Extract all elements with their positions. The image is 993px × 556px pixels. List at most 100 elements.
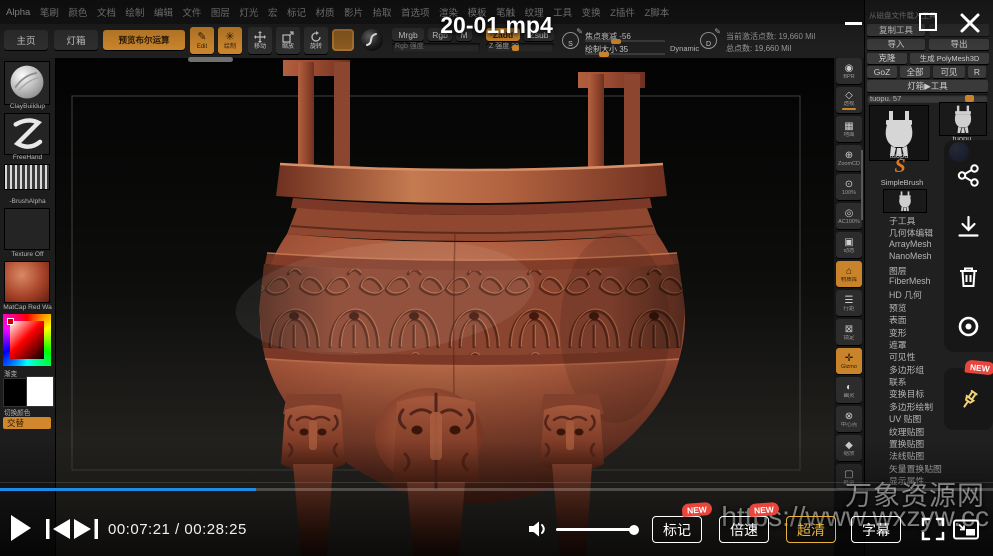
shelf-scrollbar[interactable] [861, 150, 863, 220]
clone-button[interactable]: 克隆 [867, 53, 907, 65]
miniplayer-icon[interactable] [953, 519, 979, 540]
current-material-thumbnail[interactable] [4, 261, 50, 303]
draw-size-slider[interactable] [585, 53, 665, 55]
color-picker-inner[interactable] [10, 321, 44, 359]
video-player-window: Alpha笔刷颜色文档绘制编辑文件图层灯光宏标记材质影片拾取首选项渲染模板笔触纹… [0, 0, 993, 556]
texture-name-label: Texture Off [0, 251, 55, 258]
active-tool-thumbnail[interactable]: tuopu [869, 105, 929, 161]
color-picker[interactable] [3, 314, 51, 366]
simplebrush-tool-thumbnail[interactable]: S [871, 156, 929, 178]
shelf-icon-1: ◇ [845, 90, 853, 101]
simplebrush-s-icon: S [894, 155, 905, 177]
shelf-icon-9: ⊠ [845, 324, 853, 335]
volume-icon[interactable] [527, 518, 549, 540]
shelf-icon-0: ◉ [845, 63, 854, 74]
volume-slider-handle[interactable] [629, 525, 639, 535]
subtitle-button[interactable]: 字幕 [851, 516, 901, 543]
download-icon[interactable] [957, 215, 980, 238]
ding-tool-icon [950, 105, 976, 133]
color-picker-marker [7, 318, 14, 325]
shelf-label-6: 动态 [843, 248, 854, 254]
shelf-toggle-11[interactable]: ◐幽灵 [836, 377, 862, 403]
shelf-label-3: ZoomCD [838, 161, 860, 167]
quality-button[interactable]: 超清 [786, 516, 836, 543]
shelf-toggle-4[interactable]: ⊙100% [836, 174, 862, 200]
fullscreen-icon[interactable] [921, 517, 945, 541]
recent-tool-thumbnail[interactable] [939, 102, 987, 136]
claybuildup-brush-icon [5, 62, 49, 104]
draw-size-handle[interactable] [599, 52, 609, 57]
shelf-toggle-6[interactable]: ▣动态 [836, 232, 862, 258]
trash-icon[interactable] [957, 265, 980, 288]
shelf-toggle-2[interactable]: ▦地面 [836, 116, 862, 142]
time-display: 00:07:21 / 00:28:25 [108, 521, 247, 538]
shelf-mini-slider[interactable] [842, 108, 856, 110]
shelf-toggle-1[interactable]: ◇透视 [836, 87, 862, 113]
shelf-toggle-0[interactable]: ◉BPR [836, 58, 862, 84]
shelf-label-2: 地面 [843, 132, 854, 138]
shelf-icon-2: ▦ [844, 121, 853, 132]
goz-r-button[interactable]: R [968, 66, 986, 78]
goz-all-button[interactable]: 全部 [900, 66, 930, 78]
material-name-label: MatCap Red Wa [0, 304, 55, 311]
simplebrush-label: SimpleBrush [867, 178, 937, 187]
shelf-label-5: AC100% [838, 219, 860, 225]
next-episode-button[interactable] [74, 519, 98, 539]
make-polymesh3d-button[interactable]: 生成 PolyMesh3D [910, 53, 989, 65]
lightbox-tool-button[interactable]: 灯箱▶工具 [867, 80, 988, 92]
shelf-label-1: 透视 [843, 101, 854, 107]
shelf-toggle-8[interactable]: ☰行距 [836, 290, 862, 316]
shelf-label-11: 幽灵 [843, 393, 854, 399]
current-brush-thumbnail[interactable] [4, 61, 50, 105]
ding-tool-icon [878, 110, 920, 156]
shelf-toggle-10[interactable]: ✛Gizmo [836, 348, 862, 374]
speed-button[interactable]: 倍速 [719, 516, 769, 543]
video-progress-bar[interactable] [0, 488, 993, 491]
switch-color-label: 切换颜色 [0, 407, 59, 417]
shelf-toggle-9[interactable]: ⊠锁定 [836, 319, 862, 345]
goz-button[interactable]: GoZ [867, 66, 897, 78]
swap-colors-button[interactable]: 交替 [3, 417, 51, 429]
pin-panel: NEW [944, 368, 993, 430]
mark-new-badge: NEW [682, 502, 713, 517]
previous-episode-button[interactable] [46, 519, 70, 539]
minimize-button[interactable] [845, 22, 862, 25]
goz-visible-button[interactable]: 可见 [933, 66, 965, 78]
tool-name-slider-handle[interactable] [965, 95, 974, 102]
shelf-toggle-3[interactable]: ⊕ZoomCD [836, 145, 862, 171]
secondary-color-swatch[interactable] [26, 376, 54, 407]
ding-tool-icon [896, 191, 914, 211]
share-icon[interactable] [957, 164, 980, 187]
shelf-label-12: 中心点 [841, 422, 858, 428]
current-stroke-thumbnail[interactable] [4, 113, 50, 155]
shelf-toggle-12[interactable]: ⊗中心点 [836, 406, 862, 432]
close-button[interactable] [959, 12, 981, 34]
shelf-icon-6: ▣ [844, 237, 853, 248]
tool-thumbnail[interactable] [883, 189, 927, 213]
main-color-swatch[interactable] [3, 378, 28, 407]
volume-slider[interactable] [556, 528, 634, 531]
play-button[interactable] [10, 514, 32, 542]
shelf-label-4: 100% [842, 190, 856, 196]
shelf-icon-10: ✛ [845, 353, 853, 364]
pin-new-badge: NEW [965, 359, 993, 375]
video-title: 20-01.mp4 [0, 12, 993, 39]
shelf-label-10: Gizmo [841, 364, 857, 370]
shelf-icon-8: ☰ [845, 295, 854, 306]
shelf-toggle-5[interactable]: ◎AC100% [836, 203, 862, 229]
freehand-stroke-icon [5, 114, 49, 154]
shelf-icon-3: ⊕ [845, 150, 853, 161]
pin-icon[interactable] [957, 388, 981, 412]
shelf-icon-7: ⌂ [846, 266, 852, 277]
canvas-scrollbar[interactable] [188, 57, 233, 62]
current-alpha-thumbnail[interactable] [4, 164, 50, 190]
shelf-toggle-7[interactable]: ⌂材质库 [836, 261, 862, 287]
shelf-label-8: 行距 [843, 306, 854, 312]
shelf-icon-5: ◎ [845, 208, 854, 219]
mark-button[interactable]: 标记 [652, 516, 702, 543]
record-icon[interactable] [957, 315, 980, 338]
shelf-icon-4: ⊙ [845, 179, 853, 190]
current-texture-thumbnail[interactable] [4, 208, 50, 250]
side-action-panel [944, 140, 993, 352]
maximize-button[interactable] [919, 13, 937, 31]
